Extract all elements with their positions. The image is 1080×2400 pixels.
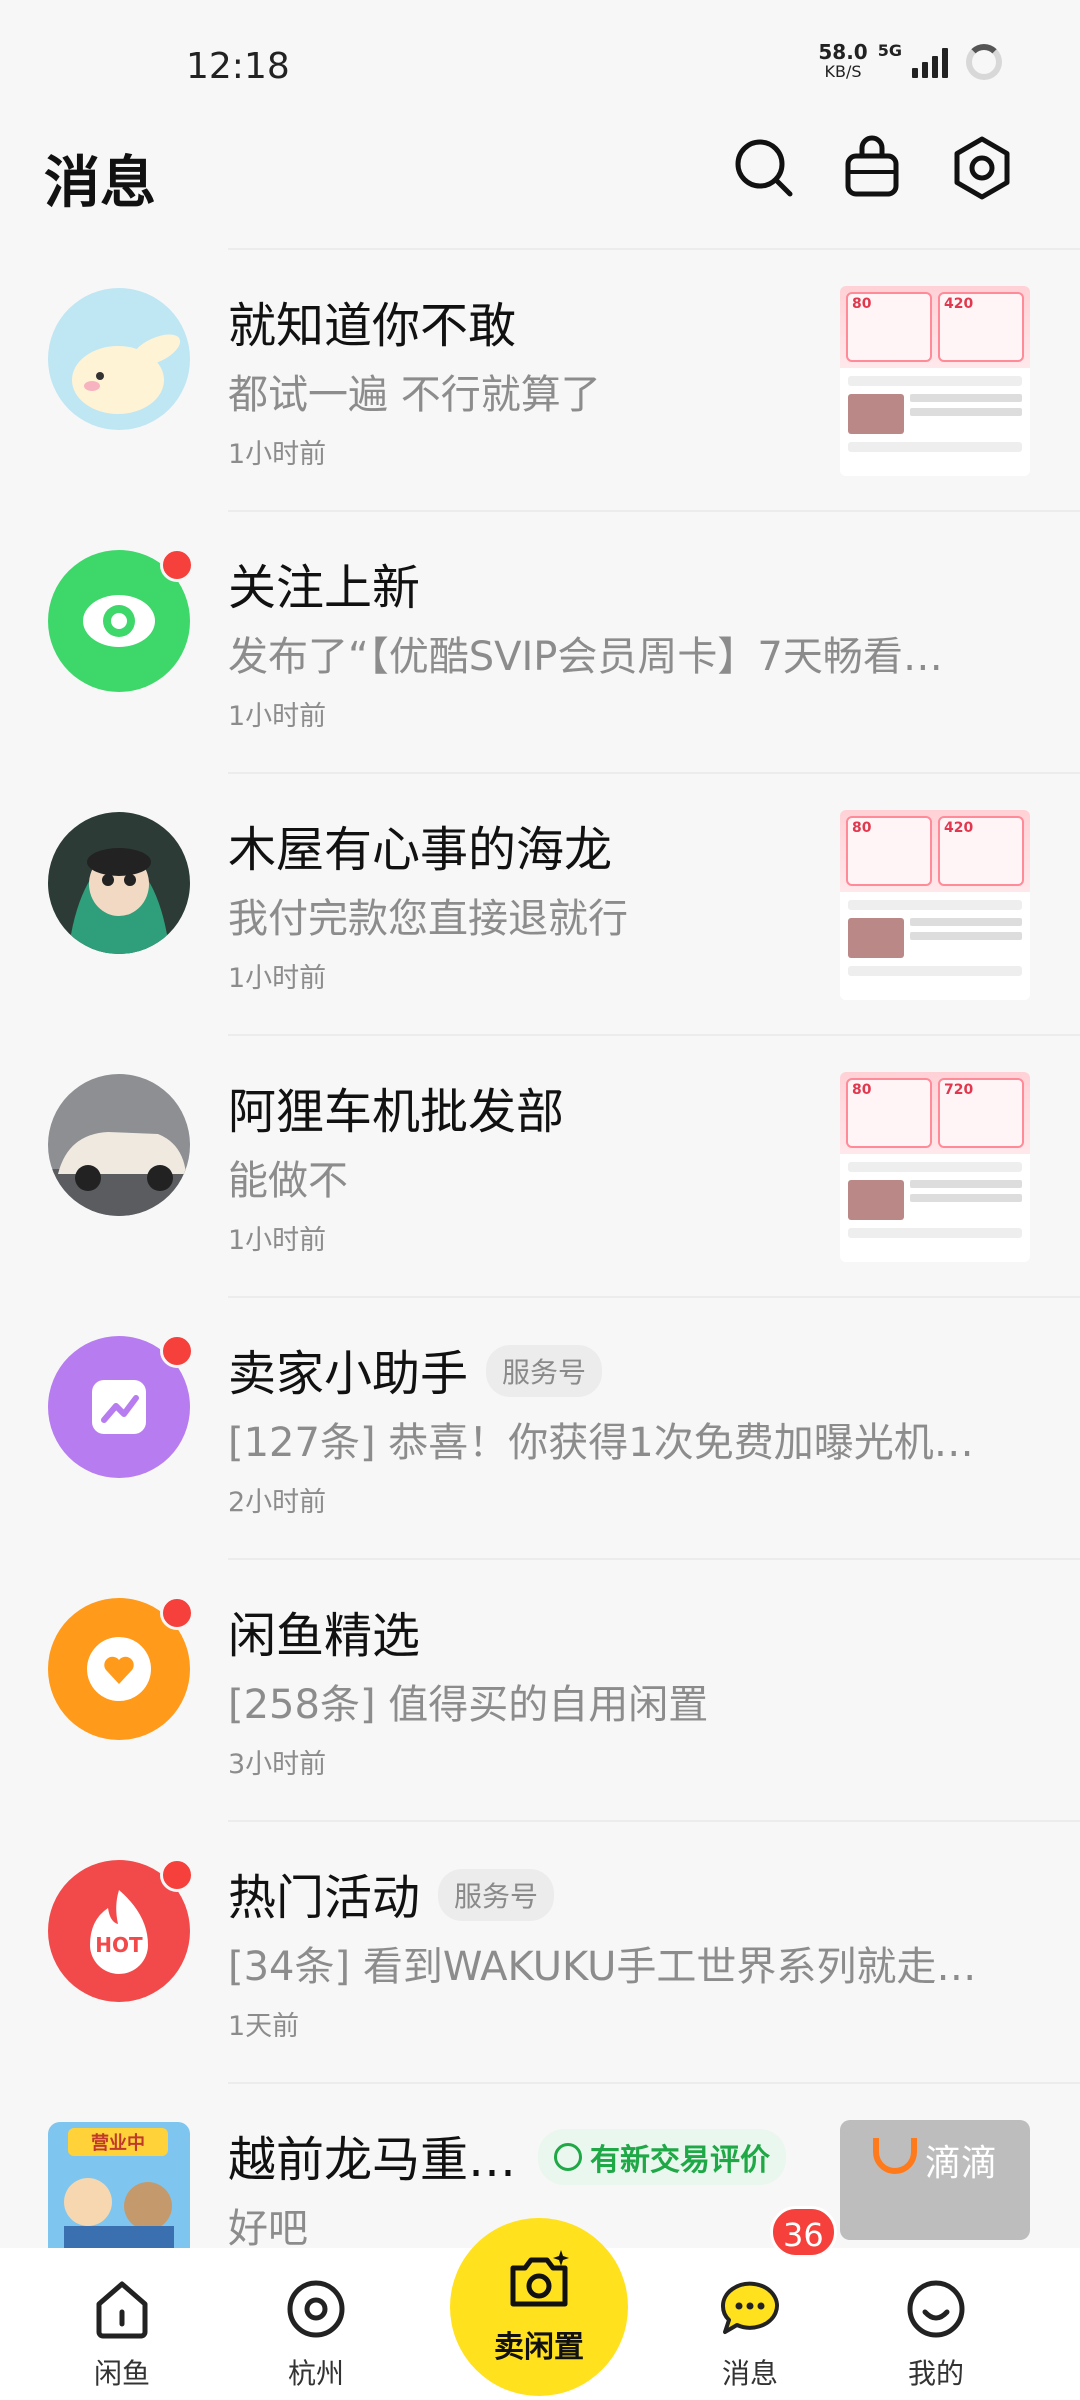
- nav-messages[interactable]: 消息: [690, 2274, 810, 2392]
- conversation-time: 1小时前: [228, 701, 327, 732]
- camera-icon: [510, 2250, 569, 2307]
- unread-dot: [160, 548, 194, 582]
- nav-home[interactable]: 闲鱼: [62, 2274, 182, 2392]
- divider: [228, 2082, 1080, 2084]
- avatar[interactable]: 营业中: [48, 2122, 190, 2264]
- avatar[interactable]: [48, 288, 190, 430]
- conversation-name: 卖家小助手 服务号: [228, 1334, 603, 1404]
- service-account-tag: 服务号: [438, 1869, 555, 1921]
- divider: [228, 510, 1080, 512]
- new-review-tag: 有新交易评价: [538, 2129, 787, 2185]
- conversation-message: [258条] 值得买的自用闲置: [228, 1682, 709, 1728]
- page-header: 消息: [0, 130, 1080, 248]
- conversation-time: 1小时前: [228, 1225, 327, 1256]
- conversation-row[interactable]: HOT 热门活动 服务号 [34条] 看到WAKUKU手工世界系列就走… 1天前: [0, 1820, 1080, 2082]
- conversation-message: [34条] 看到WAKUKU手工世界系列就走…: [228, 1944, 977, 1990]
- smile-icon: [907, 2280, 965, 2338]
- messages-count-badge: 36: [770, 2206, 837, 2258]
- avatar[interactable]: [48, 812, 190, 954]
- divider: [228, 1296, 1080, 1298]
- conversation-message: 我付完款您直接退就行: [228, 896, 628, 942]
- conversation-time: 1天前: [228, 2011, 300, 2042]
- conversation-name: 越前龙马重… 有新交易评价: [228, 2120, 787, 2191]
- signal-icon: [912, 46, 948, 78]
- unread-dot: [160, 1858, 194, 1892]
- divider: [228, 248, 1080, 250]
- conversation-list: 就知道你不敢 都试一遍 不行就算了 1小时前 80 420 关注上新 发布了“【优…: [0, 248, 1080, 2344]
- battery-icon: [966, 44, 1002, 80]
- divider: [228, 772, 1080, 774]
- conversation-message: 发布了“【优酷SVIP会员周卡】7天畅看…: [228, 634, 943, 680]
- unread-dot: [160, 1596, 194, 1630]
- avatar[interactable]: [48, 1074, 190, 1216]
- home-icon: [96, 2281, 148, 2339]
- conversation-name: 木屋有心事的海龙: [228, 822, 613, 878]
- settings-icon[interactable]: [948, 134, 1016, 202]
- bag-icon[interactable]: [838, 134, 906, 202]
- network-type: 5G: [877, 40, 902, 60]
- unread-dot: [160, 1334, 194, 1368]
- hot-logo-text: HOT: [95, 1933, 143, 1957]
- conversation-row[interactable]: 闲鱼精选 [258条] 值得买的自用闲置 3小时前: [0, 1558, 1080, 1820]
- conversation-time: 1小时前: [228, 963, 327, 994]
- status-time: 12:18: [186, 46, 290, 87]
- item-thumbnail[interactable]: 80 720: [840, 1072, 1030, 1262]
- conversation-row[interactable]: 木屋有心事的海龙 我付完款您直接退就行 1小时前 80 420: [0, 772, 1080, 1034]
- conversation-row[interactable]: 阿狸车机批发部 能做不 1小时前 80 720: [0, 1034, 1080, 1296]
- conversation-message: [127条] 恭喜！你获得1次免费加曝光机…: [228, 1420, 974, 1466]
- conversation-name: 阿狸车机批发部: [228, 1084, 565, 1140]
- divider: [228, 1034, 1080, 1036]
- chat-bubble-icon: [720, 2281, 779, 2334]
- didi-logo-icon: [872, 2138, 917, 2174]
- location-icon: [287, 2280, 345, 2338]
- conversation-name: 就知道你不敢: [228, 298, 517, 354]
- nav-me[interactable]: 我的: [876, 2274, 996, 2392]
- status-bar: 12:18 58.0 KB/S 5G: [0, 0, 1080, 130]
- network-speed: 58.0 KB/S: [818, 40, 868, 81]
- conversation-message: 好吧: [228, 2206, 308, 2252]
- conversation-row[interactable]: 关注上新 发布了“【优酷SVIP会员周卡】7天畅看… 1小时前: [0, 510, 1080, 772]
- conversation-time: 1小时前: [228, 439, 327, 470]
- item-thumbnail[interactable]: 80 420: [840, 286, 1030, 476]
- conversation-time: 3小时前: [228, 1749, 327, 1780]
- conversation-name: 热门活动 服务号: [228, 1858, 555, 1928]
- avatar-badge-text: 营业中: [91, 2132, 145, 2154]
- nav-city[interactable]: 杭州: [256, 2274, 376, 2392]
- conversation-message: 都试一遍 不行就算了: [228, 372, 601, 418]
- service-account-tag: 服务号: [486, 1345, 603, 1397]
- conversation-row[interactable]: 就知道你不敢 都试一遍 不行就算了 1小时前 80 420: [0, 248, 1080, 510]
- check-circle-icon: [554, 2143, 583, 2171]
- floating-ad-badge[interactable]: 滴滴: [840, 2120, 1030, 2240]
- sell-button[interactable]: 卖闲置: [450, 2218, 628, 2396]
- conversation-time: 2小时前: [228, 1487, 327, 1518]
- status-indicators: 58.0 KB/S 5G: [818, 40, 1002, 82]
- conversation-name: 闲鱼精选: [228, 1608, 421, 1664]
- divider: [228, 1820, 1080, 1822]
- search-icon[interactable]: [730, 134, 798, 202]
- conversation-message: 能做不: [228, 1158, 348, 1204]
- conversation-name: 关注上新: [228, 560, 421, 616]
- page-title: 消息: [44, 151, 156, 216]
- conversation-row[interactable]: 卖家小助手 服务号 [127条] 恭喜！你获得1次免费加曝光机… 2小时前: [0, 1296, 1080, 1558]
- divider: [228, 1558, 1080, 1560]
- item-thumbnail[interactable]: 80 420: [840, 810, 1030, 1000]
